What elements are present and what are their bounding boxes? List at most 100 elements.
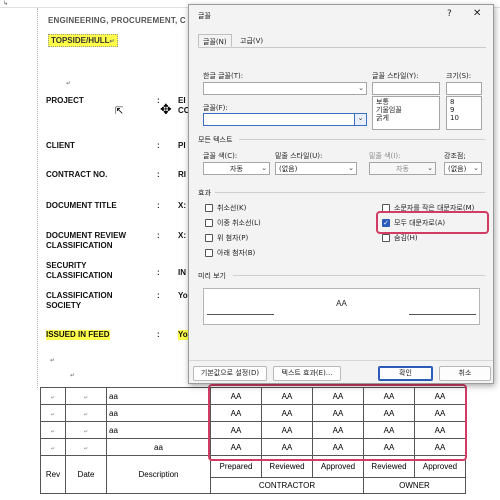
- field-label-project[interactable]: PROJECT: [46, 96, 84, 106]
- cancel-button[interactable]: 취소: [439, 366, 491, 381]
- field-value-document-title[interactable]: X:: [178, 201, 186, 211]
- all-caps-checkbox[interactable]: ✓: [382, 219, 390, 227]
- table-cell[interactable]: AA: [261, 438, 313, 456]
- field-label-client[interactable]: CLIENT: [46, 141, 75, 151]
- list-item[interactable]: 보통: [376, 98, 436, 106]
- field-value-issued-in-feed[interactable]: Yo: [178, 330, 188, 340]
- header-contractor[interactable]: CONTRACTOR: [210, 477, 364, 494]
- field-label-security-classification[interactable]: SECURITY CLASSIFICATION: [46, 261, 113, 281]
- font-style-list[interactable]: 보통 기울임꼴 굵게: [372, 96, 440, 130]
- table-cell[interactable]: AA: [261, 387, 313, 405]
- document-subtitle[interactable]: TOPSIDE/HULL↵: [48, 34, 118, 47]
- header-owner[interactable]: OWNER: [363, 477, 466, 494]
- small-caps-label[interactable]: 소문자를 작은 대문자로(M): [394, 203, 474, 213]
- list-item[interactable]: 굵게: [376, 114, 436, 122]
- list-item[interactable]: 기울임꼴: [376, 106, 436, 114]
- header-rev[interactable]: Rev: [40, 455, 66, 494]
- header-date[interactable]: Date: [65, 455, 107, 494]
- strikethrough-checkbox[interactable]: [205, 204, 213, 212]
- font-style-input[interactable]: [372, 82, 440, 95]
- emphasis-label: 강조점;: [444, 152, 466, 160]
- table-cell[interactable]: AA: [363, 421, 415, 439]
- table-cell[interactable]: aa: [106, 404, 211, 422]
- list-item[interactable]: 9: [450, 106, 478, 114]
- hidden-label[interactable]: 숨김(H): [394, 233, 418, 243]
- hidden-checkbox[interactable]: [382, 234, 390, 242]
- korean-font-select[interactable]: ⌄: [203, 82, 367, 95]
- field-value-classification-society[interactable]: Yo: [178, 291, 188, 301]
- table-cell[interactable]: AA: [312, 387, 364, 405]
- superscript-label[interactable]: 위 첨자(P): [217, 233, 248, 243]
- table-cell[interactable]: AA: [414, 404, 466, 422]
- text-effects-button[interactable]: 텍스트 효과(E)...: [273, 366, 341, 381]
- table-cell[interactable]: ↵: [65, 387, 107, 405]
- subscript-label[interactable]: 아래 첨자(B): [217, 248, 255, 258]
- emphasis-select[interactable]: (없음) ⌄: [444, 162, 482, 175]
- field-label-contract-no[interactable]: CONTRACT NO.: [46, 170, 107, 180]
- chevron-down-icon[interactable]: ⌄: [354, 114, 366, 125]
- field-label-classification-society[interactable]: CLASSIFICATION SOCIETY: [46, 291, 113, 311]
- header-owner-approved[interactable]: Approved: [414, 454, 466, 479]
- table-cell[interactable]: AA: [312, 438, 364, 456]
- table-cell[interactable]: AA: [363, 404, 415, 422]
- header-owner-reviewed[interactable]: Reviewed: [363, 454, 415, 479]
- table-cell[interactable]: AA: [414, 421, 466, 439]
- table-cell[interactable]: AA: [210, 421, 262, 439]
- table-cell[interactable]: ↵: [40, 387, 66, 405]
- small-caps-checkbox[interactable]: [382, 204, 390, 212]
- table-cell[interactable]: AA: [363, 387, 415, 405]
- strikethrough-label[interactable]: 취소선(K): [217, 203, 246, 213]
- double-strikethrough-label[interactable]: 이중 취소선(L): [217, 218, 261, 228]
- table-cell[interactable]: AA: [261, 404, 313, 422]
- field-value-security-classification[interactable]: IN: [178, 268, 186, 278]
- list-item[interactable]: 8: [450, 98, 478, 106]
- table-cell[interactable]: ↵: [65, 404, 107, 422]
- tab-font[interactable]: 글꼴(N): [198, 34, 232, 47]
- table-cell[interactable]: AA: [261, 421, 313, 439]
- table-cell[interactable]: aa: [106, 421, 211, 439]
- close-icon[interactable]: ✕: [473, 8, 481, 19]
- font-select[interactable]: ⌄: [203, 113, 367, 126]
- tab-advanced[interactable]: 고급(V): [236, 34, 267, 47]
- font-size-list[interactable]: 8 9 10: [446, 96, 482, 130]
- font-color-select[interactable]: 자동 ⌄: [203, 162, 270, 175]
- field-label-issued-in-feed[interactable]: ISSUED IN FEED: [46, 330, 110, 340]
- underline-style-select[interactable]: (없음) ⌄: [275, 162, 357, 175]
- table-cell[interactable]: AA: [210, 438, 262, 456]
- table-cell[interactable]: ↵: [65, 421, 107, 439]
- list-item[interactable]: 10: [450, 114, 478, 122]
- table-cell[interactable]: AA: [312, 404, 364, 422]
- superscript-checkbox[interactable]: [205, 234, 213, 242]
- header-description[interactable]: Description: [106, 455, 211, 494]
- table-cell[interactable]: AA: [312, 421, 364, 439]
- header-reviewed[interactable]: Reviewed: [261, 454, 313, 479]
- document-title[interactable]: ENGINEERING, PROCUREMENT, C: [48, 16, 186, 25]
- header-approved[interactable]: Approved: [312, 454, 364, 479]
- field-label-review-classification[interactable]: DOCUMENT REVIEW CLASSIFICATION: [46, 231, 126, 251]
- help-icon[interactable]: ?: [447, 9, 452, 19]
- field-value-review-classification[interactable]: X:: [178, 231, 186, 241]
- table-cell[interactable]: AA: [210, 404, 262, 422]
- table-cell[interactable]: AA: [414, 438, 466, 456]
- table-row: ↵ ↵ aa AA AA AA AA AA: [40, 387, 466, 405]
- table-cell[interactable]: AA: [363, 438, 415, 456]
- table-cell[interactable]: ↵: [40, 404, 66, 422]
- table-cell[interactable]: aa: [106, 438, 211, 456]
- field-value-contract-no[interactable]: RI: [178, 170, 186, 180]
- table-cell[interactable]: ↵: [40, 421, 66, 439]
- subscript-checkbox[interactable]: [205, 249, 213, 257]
- field-value-client[interactable]: PI: [178, 141, 186, 151]
- all-caps-label[interactable]: 모두 대문자로(A): [394, 218, 445, 228]
- set-default-button[interactable]: 기본값으로 설정(D): [193, 366, 267, 381]
- double-strikethrough-checkbox[interactable]: [205, 219, 213, 227]
- table-row: ↵ ↵ aa AA AA AA AA AA: [40, 421, 466, 439]
- table-cell[interactable]: ↵: [65, 438, 107, 456]
- header-prepared[interactable]: Prepared: [210, 454, 262, 479]
- table-cell[interactable]: ↵: [40, 438, 66, 456]
- table-cell[interactable]: AA: [210, 387, 262, 405]
- field-label-document-title[interactable]: DOCUMENT TITLE: [46, 201, 117, 211]
- table-cell[interactable]: aa: [106, 387, 211, 405]
- font-size-input[interactable]: [446, 82, 482, 95]
- table-cell[interactable]: AA: [414, 387, 466, 405]
- ok-button[interactable]: 확인: [378, 366, 433, 381]
